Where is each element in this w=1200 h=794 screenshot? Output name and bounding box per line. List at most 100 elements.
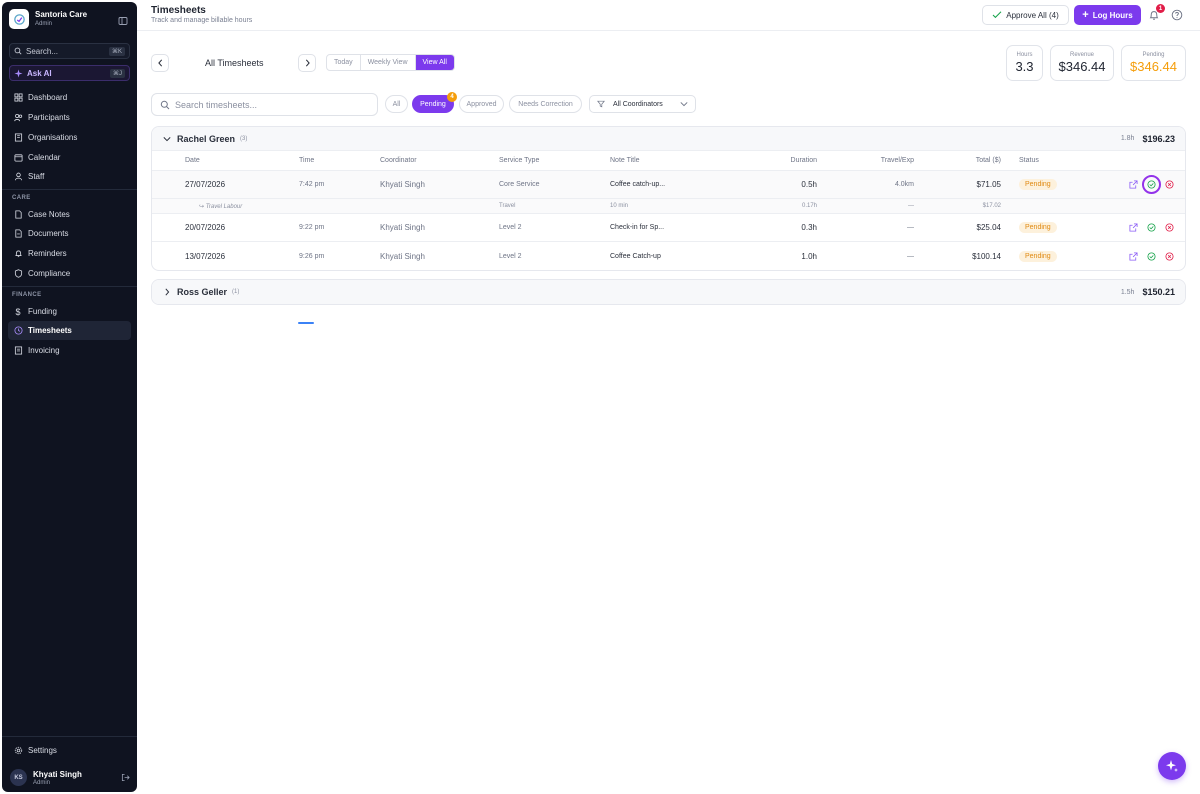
row-service-type: Core Service bbox=[499, 181, 540, 188]
coordinator-filter-label: All Coordinators bbox=[613, 100, 663, 108]
group-header[interactable]: Ross Geller (1) 1.5h $150.21 bbox=[152, 280, 1185, 304]
group-count: (1) bbox=[232, 289, 240, 295]
chevron-right-icon[interactable] bbox=[162, 287, 172, 297]
stat-value: 3.3 bbox=[1015, 59, 1034, 74]
approve-icon[interactable] bbox=[1146, 222, 1157, 233]
sidebar-item-case-notes[interactable]: Case Notes bbox=[8, 205, 131, 224]
reject-icon[interactable] bbox=[1164, 179, 1175, 190]
sidebar-divider bbox=[2, 286, 137, 287]
column-header[interactable]: Total ($) bbox=[932, 151, 1001, 170]
sidebar-item-documents[interactable]: Documents bbox=[8, 224, 131, 243]
coordinator-filter-dropdown[interactable]: All Coordinators bbox=[589, 95, 696, 113]
column-header[interactable]: Status bbox=[1019, 151, 1039, 170]
row-travel: 4.0km bbox=[894, 181, 914, 188]
sidebar-item-label: Dashboard bbox=[28, 93, 68, 102]
sidebar-item-participants[interactable]: Participants bbox=[8, 108, 131, 127]
chevron-down-icon[interactable] bbox=[162, 134, 172, 144]
sidebar-item-invoicing[interactable]: Invoicing bbox=[8, 341, 131, 360]
user-profile[interactable]: KS Khyati Singh Admin bbox=[10, 769, 130, 786]
ai-assistant-fab[interactable] bbox=[1158, 752, 1186, 780]
ask-ai-button[interactable]: Ask AI ⌘J bbox=[9, 65, 130, 81]
row-note-title: Coffee Catch-up bbox=[610, 252, 661, 260]
sidebar-item-label: Calendar bbox=[28, 153, 61, 162]
group-header[interactable]: Rachel Green (3) 1.8h $196.23 bbox=[152, 127, 1185, 151]
open-external-icon[interactable] bbox=[1128, 251, 1139, 262]
open-external-icon[interactable] bbox=[1128, 222, 1139, 233]
filter-needs-correction-chip[interactable]: Needs Correction bbox=[509, 95, 582, 113]
dashboard-icon bbox=[13, 93, 23, 103]
brand[interactable]: Santoria Care Admin bbox=[9, 9, 87, 29]
stat-label: Revenue bbox=[1069, 52, 1095, 58]
view-all-button[interactable]: View All bbox=[415, 55, 454, 70]
shield-icon bbox=[13, 269, 23, 279]
filter-approved-chip[interactable]: Approved bbox=[459, 95, 504, 113]
sidebar-collapse-icon[interactable] bbox=[118, 15, 128, 25]
section-label-finance: FINANCE bbox=[12, 292, 42, 298]
filter-icon bbox=[597, 100, 605, 108]
column-header[interactable]: Note Title bbox=[610, 151, 640, 170]
sidebar-search-label: Search... bbox=[26, 46, 59, 56]
sidebar-item-organisations[interactable]: Organisations bbox=[8, 128, 131, 147]
page-subtitle: Track and manage billable hours bbox=[151, 17, 253, 24]
subrow-total: $17.02 bbox=[982, 203, 1001, 209]
sidebar-item-reminders[interactable]: Reminders bbox=[8, 244, 131, 263]
sidebar-item-staff[interactable]: Staff bbox=[8, 167, 131, 186]
column-header[interactable]: Duration bbox=[752, 151, 817, 170]
calendar-icon bbox=[13, 153, 23, 163]
sidebar-item-label: Timesheets bbox=[28, 326, 72, 335]
view-today-button[interactable]: Today bbox=[327, 55, 361, 70]
row-service-type: Level 2 bbox=[499, 224, 522, 231]
loading-indicator bbox=[298, 322, 314, 324]
reject-icon[interactable] bbox=[1164, 251, 1175, 262]
subrow-duration: 0.17h bbox=[801, 203, 817, 209]
status-badge: Pending bbox=[1019, 179, 1057, 190]
row-duration: 0.5h bbox=[801, 180, 817, 189]
sidebar-item-label: Participants bbox=[28, 113, 70, 122]
column-header[interactable]: Time bbox=[299, 151, 314, 170]
logout-icon[interactable] bbox=[121, 771, 130, 785]
sidebar-divider bbox=[2, 736, 137, 737]
column-header[interactable]: Date bbox=[185, 151, 200, 170]
sidebar-item-funding[interactable]: $ Funding bbox=[8, 302, 131, 321]
sidebar-item-calendar[interactable]: Calendar bbox=[8, 148, 131, 167]
log-hours-button[interactable]: + Log Hours bbox=[1074, 5, 1141, 25]
open-external-icon[interactable] bbox=[1128, 179, 1139, 190]
column-header[interactable]: Service Type bbox=[499, 151, 539, 170]
approve-icon[interactable] bbox=[1142, 175, 1161, 194]
subrow-note: 10 min bbox=[610, 203, 629, 209]
reject-icon[interactable] bbox=[1164, 222, 1175, 233]
ask-ai-shortcut: ⌘J bbox=[110, 68, 125, 78]
row-travel: — bbox=[907, 252, 914, 260]
search-icon bbox=[14, 47, 22, 55]
column-header[interactable]: Travel/Exp bbox=[842, 151, 914, 170]
next-period-button[interactable] bbox=[298, 54, 316, 72]
table-row[interactable]: 13/07/2026 9:26 pm Khyati Singh Level 2 … bbox=[152, 242, 1185, 270]
sidebar-search[interactable]: Search... ⌘K bbox=[9, 43, 130, 59]
sidebar-item-compliance[interactable]: Compliance bbox=[8, 264, 131, 283]
column-header[interactable]: Coordinator bbox=[380, 151, 417, 170]
stat-value: $346.44 bbox=[1058, 59, 1106, 74]
timesheet-search-input[interactable] bbox=[175, 99, 365, 110]
table-row[interactable]: 20/07/2026 9:22 pm Khyati Singh Level 2 … bbox=[152, 214, 1185, 242]
building-icon bbox=[13, 133, 23, 143]
approve-all-button[interactable]: Approve All (4) bbox=[982, 5, 1069, 25]
row-time: 9:26 pm bbox=[299, 252, 325, 260]
sidebar-item-timesheets[interactable]: Timesheets bbox=[8, 321, 131, 340]
table-header-row: Date Time Coordinator Service Type Note … bbox=[152, 151, 1185, 171]
sparkle-icon bbox=[1166, 760, 1178, 772]
sidebar-item-dashboard[interactable]: Dashboard bbox=[8, 88, 131, 107]
check-icon bbox=[992, 11, 1002, 19]
avatar: KS bbox=[10, 769, 27, 786]
table-row[interactable]: 27/07/2026 7:42 pm Khyati Singh Core Ser… bbox=[152, 171, 1185, 199]
group-name: Ross Geller bbox=[177, 287, 228, 297]
timesheet-search[interactable] bbox=[151, 93, 378, 116]
timesheet-group-rachel-green: Rachel Green (3) 1.8h $196.23 Date Time … bbox=[151, 126, 1186, 271]
sidebar-item-settings[interactable]: Settings bbox=[8, 741, 131, 760]
group-hours: 1.5h bbox=[1120, 288, 1135, 296]
view-weekly-button[interactable]: Weekly View bbox=[361, 55, 416, 70]
help-icon[interactable] bbox=[1171, 9, 1183, 21]
prev-period-button[interactable] bbox=[151, 54, 169, 72]
filter-all-chip[interactable]: All bbox=[385, 95, 408, 113]
approve-icon[interactable] bbox=[1146, 251, 1157, 262]
user-role: Admin bbox=[33, 779, 51, 786]
